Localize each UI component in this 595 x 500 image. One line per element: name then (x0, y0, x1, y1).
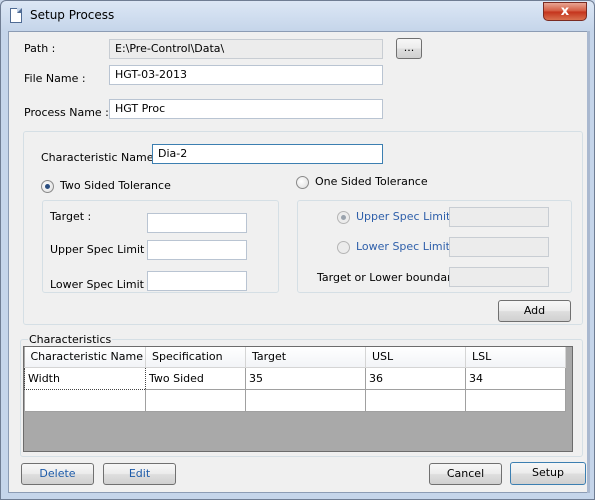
table-cell[interactable]: Two Sided (145, 367, 246, 390)
process-name-input[interactable]: HGT Proc (109, 99, 383, 119)
lsl-label: Lower Spec Limit : (50, 278, 152, 291)
one-sided-radio[interactable] (296, 176, 309, 189)
two-sided-radio[interactable] (41, 180, 54, 193)
document-icon (10, 8, 22, 23)
table-cell[interactable]: 35 (245, 367, 366, 390)
table-cell[interactable] (465, 389, 566, 412)
column-header[interactable]: LSL (465, 347, 566, 368)
lower-spec-radio[interactable] (337, 241, 350, 254)
characteristics-table: Characteristic Name Specification Target… (24, 347, 566, 412)
process-name-label: Process Name : (24, 106, 109, 119)
table-cell[interactable]: Width (24, 366, 146, 390)
scrollbar[interactable] (587, 31, 590, 493)
characteristics-grid[interactable]: Characteristic Name Specification Target… (23, 346, 573, 452)
delete-button[interactable]: Delete (21, 463, 94, 485)
usl-input[interactable] (147, 240, 247, 260)
usl-label: Upper Spec Limit : (50, 243, 152, 256)
add-button[interactable]: Add (498, 300, 571, 322)
boundary-input[interactable] (449, 267, 549, 287)
upper-spec-input[interactable] (449, 207, 549, 227)
table-cell[interactable] (24, 389, 146, 412)
window-title: Setup Process (30, 8, 115, 22)
lsl-input[interactable] (147, 271, 247, 291)
edit-button[interactable]: Edit (103, 463, 176, 485)
upper-spec-label[interactable]: Upper Spec Limit (356, 210, 450, 223)
path-label: Path : (24, 42, 56, 55)
file-name-input[interactable]: HGT-03-2013 (109, 65, 383, 85)
boundary-label: Target or Lower boundary (317, 271, 459, 284)
setup-button[interactable]: Setup (510, 462, 586, 485)
table-row[interactable] (24, 389, 566, 412)
close-button[interactable]: x (543, 2, 587, 21)
characteristic-name-input[interactable]: Dia-2 (152, 144, 383, 164)
lower-spec-label[interactable]: Lower Spec Limit (356, 240, 450, 253)
column-header[interactable]: USL (365, 347, 466, 368)
setup-process-window: Setup Process x Path : E:\Pre-Control\Da… (0, 0, 595, 500)
one-sided-label[interactable]: One Sided Tolerance (315, 175, 428, 188)
characteristic-name-label: Characteristic Name : (41, 151, 161, 164)
file-name-label: File Name : (24, 72, 86, 85)
characteristics-title: Characteristics (28, 333, 113, 346)
target-label: Target : (50, 210, 92, 223)
upper-spec-radio[interactable] (337, 211, 350, 224)
target-input[interactable] (147, 213, 247, 233)
lower-spec-input[interactable] (449, 237, 549, 257)
table-cell[interactable]: 36 (365, 367, 466, 390)
table-cell[interactable]: 34 (465, 367, 566, 390)
title-bar[interactable]: Setup Process x (1, 1, 594, 31)
column-header[interactable]: Specification (145, 347, 246, 368)
path-input[interactable]: E:\Pre-Control\Data\ (109, 39, 383, 59)
column-header[interactable]: Characteristic Name (24, 347, 146, 368)
table-cell[interactable] (145, 389, 246, 412)
table-cell[interactable] (365, 389, 466, 412)
column-header[interactable]: Target (245, 347, 366, 368)
cancel-button[interactable]: Cancel (429, 463, 502, 485)
table-row[interactable]: Width Two Sided 35 36 34 (24, 366, 566, 390)
two-sided-label[interactable]: Two Sided Tolerance (60, 179, 171, 192)
browse-button[interactable]: ... (396, 38, 422, 59)
table-cell[interactable] (245, 389, 366, 412)
